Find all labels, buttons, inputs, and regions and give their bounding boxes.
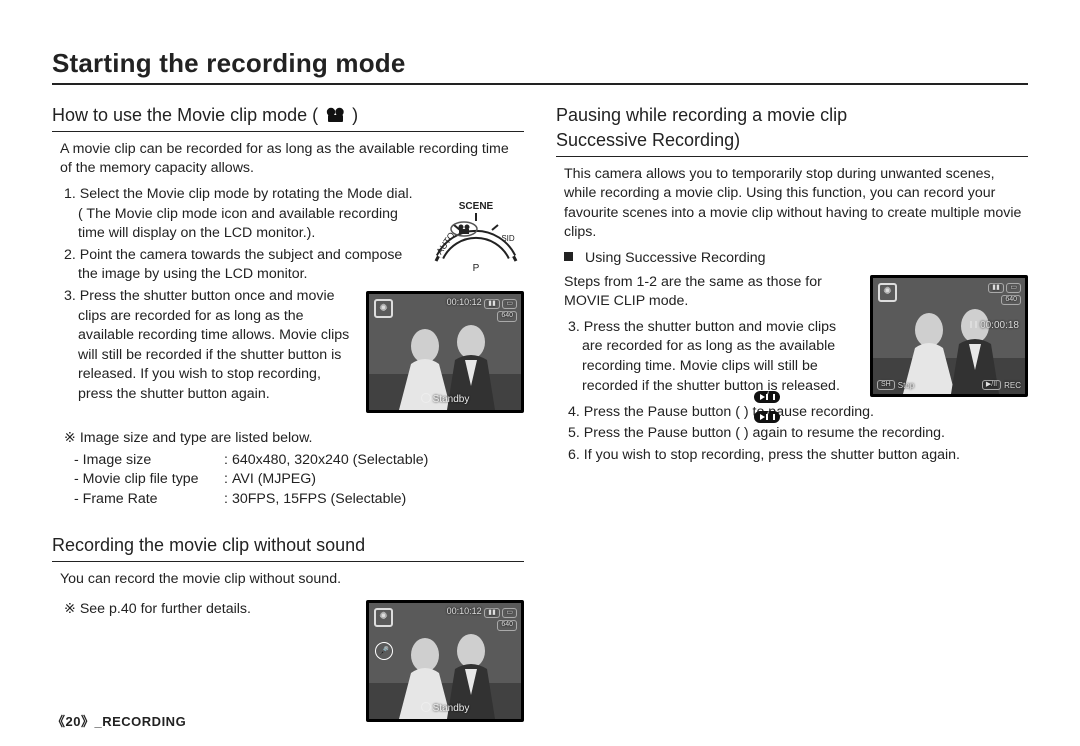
svg-text:SID: SID (501, 234, 515, 243)
figure-lcd-nosound: ✺ 00:10:12 ▮▮ ▭ 640 🎤 Standby (366, 600, 524, 722)
page-number: 20 (66, 714, 81, 729)
bracket-close: 》 (81, 714, 95, 729)
spec-label: - Image size (74, 451, 224, 471)
subhead-nosound: Recording the movie clip without sound (52, 533, 524, 562)
subhead-movie-clip-close: ) (352, 105, 358, 125)
footer-section: _RECORDING (95, 714, 187, 729)
note-specs-header: ※ Image size and type are listed below. (64, 429, 524, 449)
pause-button-icon (754, 391, 780, 403)
svg-text:SCENE: SCENE (459, 201, 494, 212)
movie-mode-osd-icon: ✺ (878, 283, 897, 302)
osd-size-badge: 640 (497, 620, 517, 630)
osd-sh: SH (877, 380, 895, 390)
movie-mode-osd-icon: ✺ (374, 608, 393, 627)
step: 5. Press the Pause button ( ) again to r… (568, 424, 1028, 444)
bracket-open: 《 (52, 714, 66, 729)
osd-standby: Standby (433, 394, 470, 405)
lead-nosound: You can record the movie clip without so… (60, 570, 524, 590)
page-title: Starting the recording mode (52, 48, 1028, 85)
step: 6. If you wish to stop recording, press … (568, 446, 1028, 466)
osd-time-remaining: 00:10:12 (447, 297, 482, 307)
movie-mode-icon (325, 106, 347, 124)
subhead-successive: Pausing while recording a movie clip Suc… (556, 103, 1028, 157)
bullet-successive: Using Successive Recording (564, 249, 1028, 269)
spec-value: 640x480, 320x240 (Selectable) (232, 451, 428, 471)
osd-size-badge: 640 (497, 311, 517, 321)
lead-movie-clip: A movie clip can be recorded for as long… (60, 140, 524, 179)
spec-label: - Movie clip file type (74, 470, 224, 490)
page-footer: 《20》_RECORDING (52, 711, 186, 730)
osd-rec-time: 00:00:18 (980, 320, 1019, 331)
figure-mode-dial: SCENE AUTO SID P (428, 185, 524, 280)
spec-value: 30FPS, 15FPS (Selectable) (232, 490, 406, 510)
subhead-successive-l1: Pausing while recording a movie clip (556, 105, 847, 125)
spec-label: - Frame Rate (74, 490, 224, 510)
spec-value: AVI (MJPEG) (232, 470, 316, 490)
movie-mode-osd-icon: ✺ (374, 299, 393, 318)
osd-stop: Stop (898, 380, 914, 391)
lead-successive: This camera allows you to temporarily st… (564, 165, 1028, 243)
subhead-movie-clip-text: How to use the Movie clip mode ( (52, 105, 318, 125)
step: 4. Press the Pause button ( ) to pause r… (568, 403, 1028, 423)
osd-time-remaining: 00:10:12 (447, 606, 482, 616)
svg-text:P: P (473, 263, 480, 273)
osd-play-pause: ▶/II (982, 380, 1001, 390)
subhead-successive-l2: Successive Recording) (556, 130, 740, 150)
figure-lcd-recording: ✺ ▮▮ ▭ 640 00:00:18 SH Stop ▶/II REC (870, 275, 1028, 397)
subhead-movie-clip: How to use the Movie clip mode ( ) (52, 103, 524, 132)
osd-standby: Standby (433, 703, 470, 714)
osd-size-badge: 640 (1001, 295, 1021, 305)
osd-rec-label: REC (1004, 380, 1021, 391)
pause-button-icon (754, 411, 780, 423)
figure-lcd-standby: ✺ 00:10:12 ▮▮ ▭ 640 Standby (366, 291, 524, 413)
